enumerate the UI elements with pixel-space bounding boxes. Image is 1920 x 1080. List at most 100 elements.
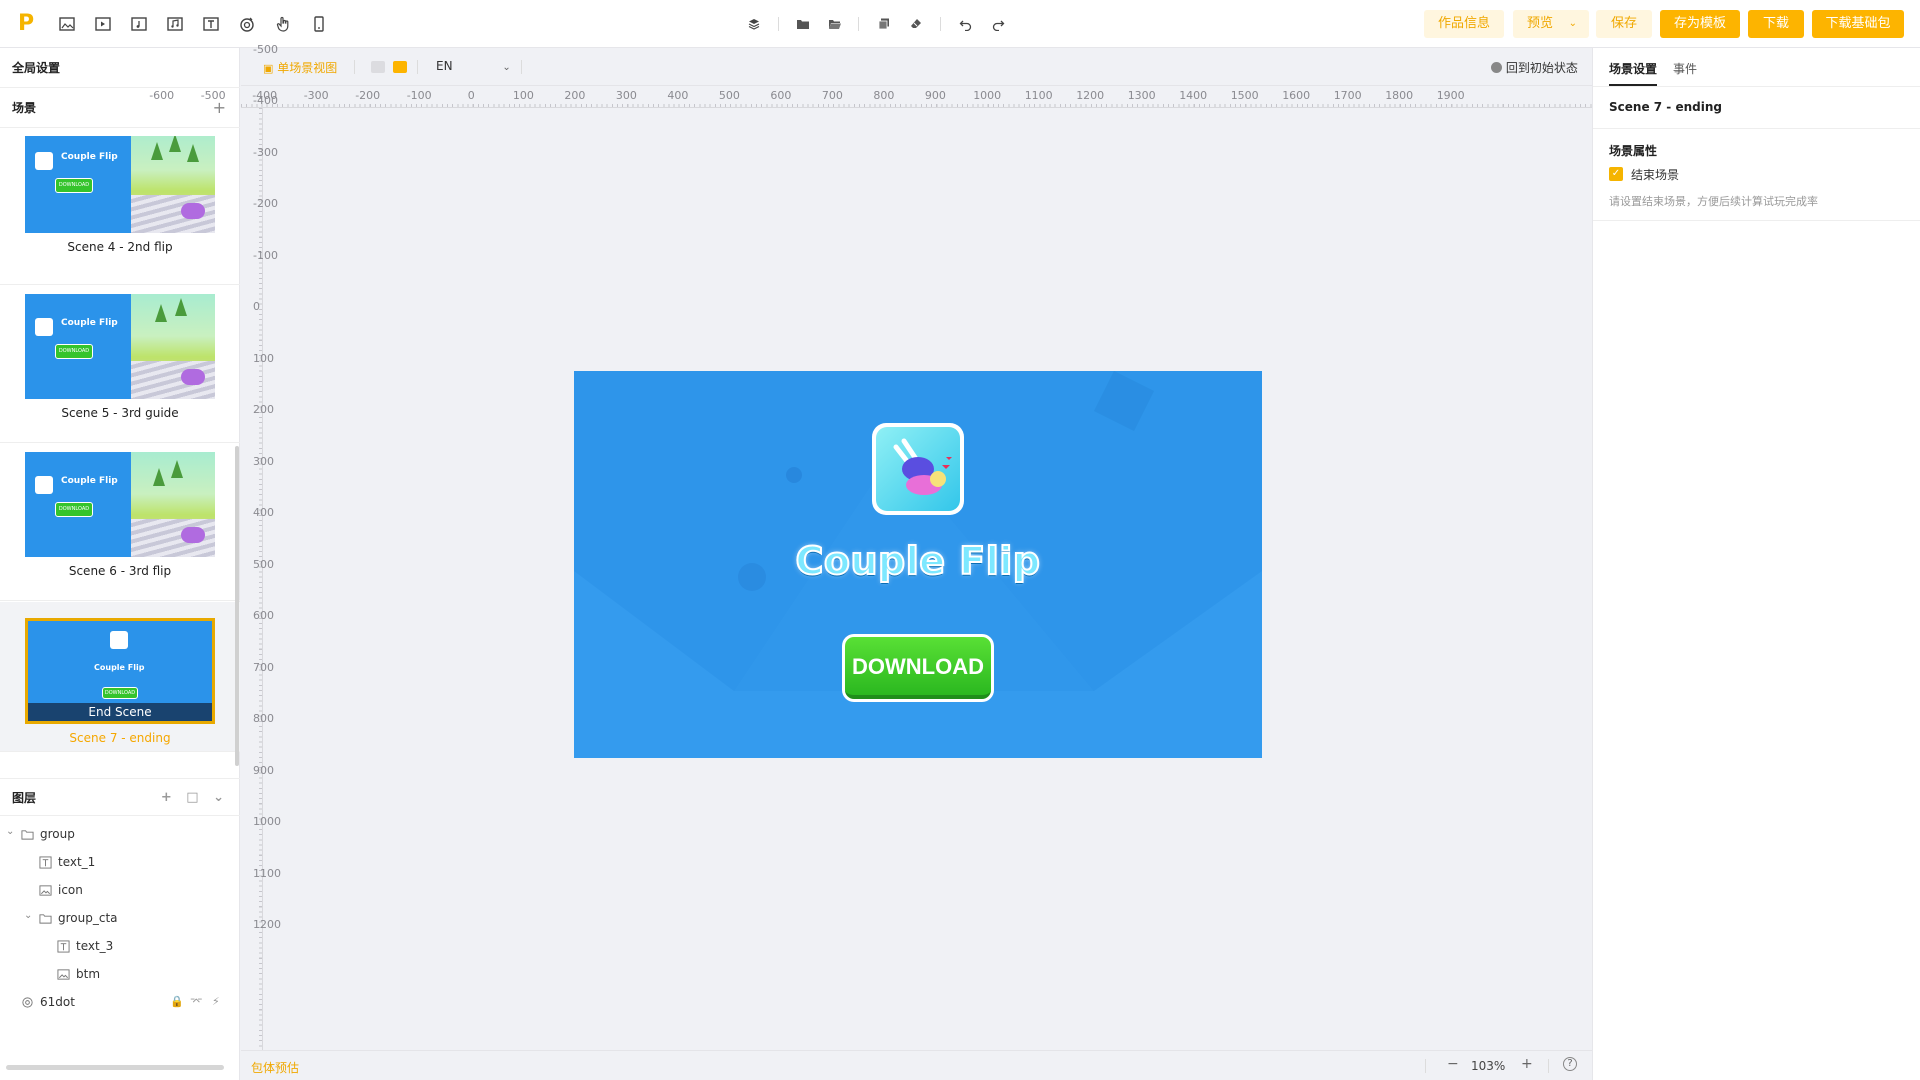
thumb-title: Couple Flip [61, 476, 118, 486]
audio-file-icon[interactable] [128, 13, 150, 35]
game-preview [131, 452, 215, 557]
thumb-cta: DOWNLOAD [55, 178, 93, 193]
canvas-footer: 包体预估 − 103% + ? [241, 1050, 1592, 1080]
layer-item[interactable]: group_cta [38, 908, 118, 928]
layer-item[interactable]: icon [38, 880, 83, 900]
ruler-y-label: 0 [253, 300, 260, 313]
ruler-y-label: 400 [253, 506, 274, 519]
layer-name: text_1 [58, 855, 96, 869]
divider [1548, 1059, 1549, 1073]
layer-item[interactable]: btm [56, 964, 100, 984]
ruler-x-label: 0 [467, 89, 475, 102]
scene-name: Scene 7 - ending [1609, 100, 1722, 114]
music-icon[interactable] [164, 13, 186, 35]
hand-pointer-icon[interactable] [272, 13, 294, 35]
stage-preview[interactable]: Couple Flip DOWNLOAD [574, 371, 1262, 758]
scene-card-7[interactable]: Couple Flip DOWNLOAD End Scene Scene 7 -… [0, 602, 240, 752]
app-logo[interactable]: P [18, 12, 40, 36]
global-settings-header[interactable]: 全局设置 [0, 48, 240, 88]
ruler-x-label: 1100 [1024, 89, 1053, 102]
layer-item[interactable]: group [20, 824, 75, 844]
chevron-down-icon: ⌄ [1568, 18, 1577, 29]
save-button[interactable]: 保存 [1596, 10, 1652, 38]
mini-app-icon [35, 318, 53, 336]
undo-icon[interactable] [957, 15, 975, 33]
chevron-down-icon[interactable]: ⌄ [6, 826, 14, 837]
zoom-level: 103% [1471, 1059, 1506, 1073]
divider [1593, 86, 1920, 87]
chevron-down-icon: ⌄ [502, 62, 511, 73]
tab-events[interactable]: 事件 [1673, 60, 1697, 77]
bg-swatch-gray[interactable] [371, 61, 385, 73]
add-layer-icon[interactable]: + [161, 790, 172, 805]
horizontal-scrollbar[interactable] [6, 1065, 224, 1070]
horizontal-ruler: -600 -500 -400 -300 -200 -100 0 100 200 300 400 500… [149, 86, 1592, 108]
spiral-icon[interactable] [236, 13, 258, 35]
chevron-down-icon[interactable]: ⌄ [213, 790, 224, 805]
character-art [893, 438, 952, 495]
divider [1593, 220, 1920, 221]
ruler-y-label: -400 [253, 94, 278, 107]
phone-icon[interactable] [308, 13, 330, 35]
scene-card-4[interactable]: Couple Flip DOWNLOAD Scene 4 - 2nd flip [0, 136, 240, 285]
layer-item[interactable]: text_1 [38, 852, 95, 872]
end-scene-label: 结束场景 [1631, 168, 1680, 182]
vertical-ruler: -500 -400 -300 -200 -100 0 100 200 300 400 500 600 7… [241, 43, 281, 1050]
chevron-down-icon[interactable]: ⌄ [24, 910, 32, 921]
image-icon[interactable] [56, 13, 78, 35]
scene-list-scrollbar[interactable] [235, 446, 239, 766]
ruler-x-label: 900 [924, 89, 946, 102]
thumb-title: Couple Flip [61, 152, 118, 162]
ruler-x-label: 1300 [1127, 89, 1156, 102]
layers-title: 图层 [12, 791, 37, 805]
download-cta-button[interactable]: DOWNLOAD [842, 634, 994, 702]
zoom-out-button[interactable]: − [1447, 1056, 1459, 1072]
top-toolbar: P 作品信息 预览 ⌄ 保存 存为模板 下载 下载基础包 [0, 0, 1920, 48]
lock-icon[interactable]: 🔒 [170, 992, 184, 1012]
bolt-icon[interactable]: ⚡ [212, 992, 220, 1012]
ruler-y-label: -300 [253, 145, 278, 159]
redo-icon[interactable] [989, 15, 1007, 33]
work-info-button[interactable]: 作品信息 [1424, 10, 1504, 38]
ruler-x-label: 600 [770, 89, 792, 102]
ruler-x-label: 400 [667, 89, 689, 102]
bg-swatch-yellow[interactable] [393, 61, 407, 73]
package-estimate-link[interactable]: 包体预估 [251, 1059, 299, 1076]
save-template-button[interactable]: 存为模板 [1660, 10, 1740, 38]
layers-icon[interactable] [745, 15, 763, 33]
single-scene-view-toggle[interactable]: ▣ 单场景视图 [263, 59, 337, 76]
reset-state-button[interactable]: 回到初始状态 [1491, 59, 1578, 76]
folder-add-icon[interactable]: □ [186, 790, 198, 805]
thumb-cta: DOWNLOAD [55, 344, 93, 359]
help-icon[interactable]: ? [1563, 1057, 1577, 1071]
download-base-button[interactable]: 下载基础包 [1812, 10, 1904, 38]
scene-card-6[interactable]: Couple Flip DOWNLOAD Scene 6 - 3rd flip [0, 444, 240, 601]
scene-props-title: 场景属性 [1609, 144, 1658, 158]
zoom-in-button[interactable]: + [1521, 1056, 1533, 1072]
layer-item[interactable]: text_3 [56, 936, 113, 956]
text-icon[interactable] [200, 13, 222, 35]
folder-icon[interactable] [794, 15, 812, 33]
preview-button[interactable]: 预览 ⌄ [1513, 10, 1589, 38]
folder-open-icon[interactable] [826, 15, 844, 33]
eraser-icon[interactable] [907, 15, 925, 33]
scenes-title: 场景 [12, 101, 37, 115]
text-layer-icon [38, 855, 52, 869]
language-select[interactable]: EN ⌄ [436, 59, 511, 73]
eye-icon[interactable]: ⌤ [190, 992, 203, 1012]
scene-card-5[interactable]: Couple Flip DOWNLOAD Scene 5 - 3rd guide [0, 286, 240, 443]
download-button[interactable]: 下载 [1748, 10, 1804, 38]
view-mode-label: 单场景视图 [277, 61, 338, 75]
tab-scene-settings[interactable]: 场景设置 [1609, 60, 1657, 77]
language-value: EN [436, 59, 453, 73]
layer-item[interactable]: 61dot 🔒 ⌤ ⚡ [20, 992, 230, 1012]
text-layer-icon [56, 939, 70, 953]
mini-app-icon [35, 152, 53, 170]
end-scene-checkbox[interactable]: ✓ [1609, 167, 1623, 181]
folder-icon [20, 827, 34, 841]
ruler-x-label: 500 [718, 89, 740, 102]
ruler-y-label: 200 [253, 403, 274, 416]
copy-icon[interactable] [875, 15, 893, 33]
video-icon[interactable] [92, 13, 114, 35]
mini-app-icon [110, 631, 128, 649]
